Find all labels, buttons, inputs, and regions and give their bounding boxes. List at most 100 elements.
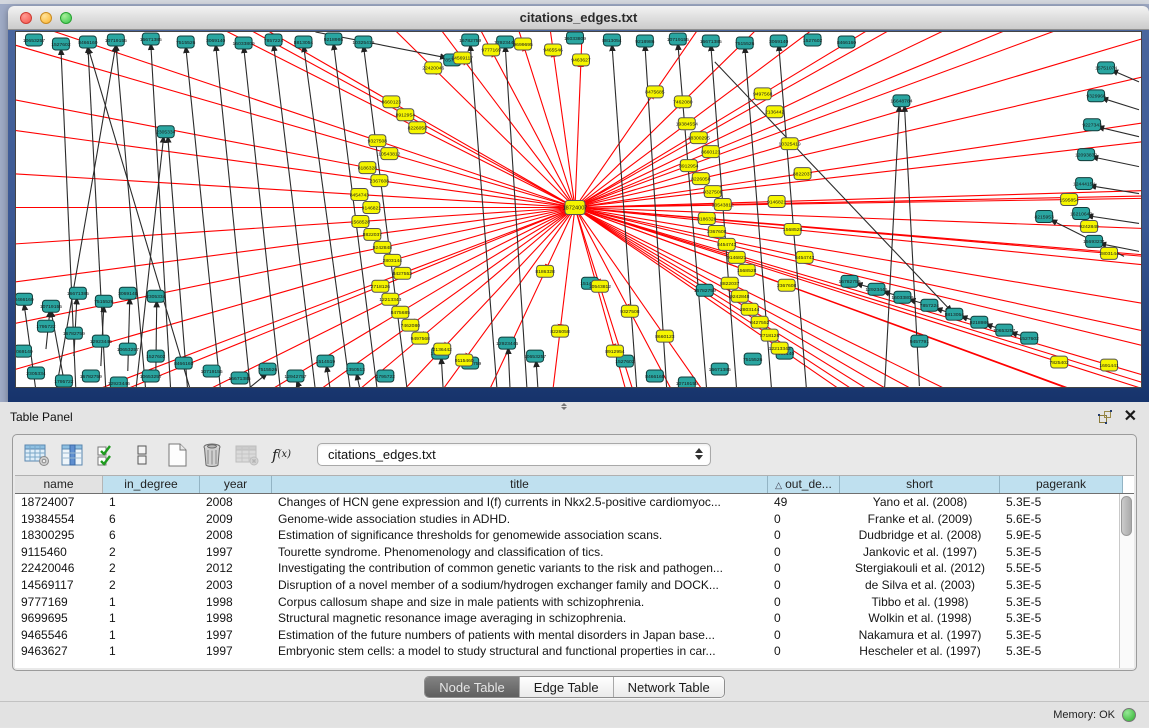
node-label: 1527602	[803, 38, 823, 44]
node-label: 9218986	[324, 37, 344, 43]
node-label: 7857224	[264, 38, 284, 44]
table-row[interactable]: 1830029562008Estimation of significance …	[15, 527, 1134, 544]
node-label: 3069140	[16, 349, 33, 355]
column-header-in_degree[interactable]: in_degree	[103, 476, 200, 493]
table-row[interactable]: 977716911998Corpus callosum shape and si…	[15, 594, 1134, 611]
table-row[interactable]: 1938455462009Genome-wide association stu…	[15, 511, 1134, 528]
node-label: 10719155	[105, 38, 127, 44]
table-cell: Yano et al. (2008)	[840, 494, 1000, 511]
table-cell: 14569117	[15, 577, 103, 594]
edge	[1101, 98, 1139, 110]
node-label: 3069140	[206, 38, 226, 44]
node-label: 8186328	[697, 216, 717, 222]
node-label: 2367608	[370, 178, 390, 184]
node-label: 2305334	[26, 371, 46, 377]
table-panel-header: Table Panel ✕	[0, 402, 1149, 432]
column-header-name[interactable]: name	[15, 476, 103, 493]
node-label: 18724007	[563, 205, 588, 211]
window-titlebar[interactable]: citations_edges.txt	[8, 6, 1149, 30]
selected-edge	[575, 208, 780, 349]
node-label: 9497568	[411, 336, 431, 342]
edge	[216, 44, 251, 387]
table-scrollbar-thumb[interactable]	[1121, 496, 1132, 536]
table-cell: Wolkin et al. (1998)	[840, 610, 1000, 627]
selected-edge	[372, 208, 575, 235]
table-options-icon[interactable]	[23, 441, 50, 468]
node-label: 2803144	[740, 307, 760, 313]
tab-edge-table[interactable]: Edge Table	[519, 677, 613, 697]
table-cell: 1	[103, 627, 200, 644]
create-column-icon[interactable]	[163, 441, 190, 468]
row-select-icon[interactable]	[93, 441, 120, 468]
table-row[interactable]: 911546021997Tourette syndrome. Phenomeno…	[15, 544, 1134, 561]
node-label: 8822037	[720, 281, 740, 287]
selected-edge	[16, 221, 360, 291]
column-header-short[interactable]: short	[840, 476, 1000, 493]
selected-edge	[417, 128, 575, 208]
table-row[interactable]: 1872400712008Changes of HCN gene express…	[15, 494, 1134, 511]
node-label: 9327508	[368, 138, 388, 144]
panel-splitter-handle[interactable]	[556, 402, 572, 411]
tab-network-table[interactable]: Network Table	[613, 677, 724, 697]
table-cell: 9699695	[15, 610, 103, 627]
node-label: 9777169	[481, 48, 501, 54]
edge	[884, 105, 899, 387]
node-label: 9146821	[362, 205, 382, 211]
node-label: 9242848	[730, 294, 750, 300]
node-label: 7857224	[920, 303, 940, 309]
float-panel-icon[interactable]	[1097, 409, 1113, 425]
delete-column-icon[interactable]	[198, 441, 225, 468]
tab-node-table[interactable]: Node Table	[425, 677, 519, 697]
selected-edge	[687, 32, 1141, 124]
column-header-year[interactable]: year	[200, 476, 272, 493]
close-window-button[interactable]	[20, 12, 32, 24]
function-builder-icon[interactable]: f(x)	[268, 441, 295, 468]
table-row[interactable]: 969969511998Structural magnetic resonanc…	[15, 610, 1134, 627]
table-cell: 9777169	[15, 594, 103, 611]
node-label: 9146821	[767, 199, 787, 205]
column-visibility-icon[interactable]	[58, 441, 85, 468]
column-header-title[interactable]: title	[272, 476, 768, 493]
node-label: 8660123	[655, 334, 675, 340]
table-row[interactable]: 946362711997Embryonic stem cells: a mode…	[15, 643, 1134, 660]
table-cell: 9115460	[15, 544, 103, 561]
zoom-window-button[interactable]	[60, 12, 72, 24]
memory-status-label: Memory: OK	[1053, 702, 1115, 728]
selected-edge	[575, 208, 1059, 363]
node-label: 8186328	[358, 165, 378, 171]
node-label: 16671385	[709, 367, 731, 373]
table-row[interactable]: 1456911722003Disruption of a novel membe…	[15, 577, 1134, 594]
column-header-pagerank[interactable]: pagerank	[1000, 476, 1123, 493]
table-cell: 2008	[200, 494, 272, 511]
table-row[interactable]: 946554611997Estimation of the future num…	[15, 627, 1134, 644]
node-label: 8427552	[750, 320, 770, 326]
table-cell: 0	[768, 610, 840, 627]
citation-network-graph[interactable]: 1065325715276028466160107191551667138575…	[16, 32, 1141, 387]
close-panel-icon[interactable]: ✕	[1124, 406, 1137, 426]
node-label: 2803144	[383, 258, 403, 264]
memory-status-icon[interactable]	[1122, 708, 1136, 722]
table-cell: Estimation of significance thresholds fo…	[272, 527, 768, 544]
table-cell: 5.3E-5	[1000, 610, 1123, 627]
node-label: 8813054	[294, 40, 314, 46]
node-label: 7515526	[258, 367, 278, 373]
cell-view-icon[interactable]	[128, 441, 155, 468]
node-label: 3069140	[769, 39, 789, 45]
node-label: 8454743	[717, 242, 737, 248]
table-row[interactable]: 2242004622012Investigating the contribut…	[15, 560, 1134, 577]
node-label: 8466160	[16, 297, 34, 303]
network-canvas[interactable]: 1065325715276028466160107191551667138575…	[15, 31, 1142, 388]
minimize-window-button[interactable]	[40, 12, 52, 24]
table-cell: 5.3E-5	[1000, 643, 1123, 660]
table-panel-title: Table Panel	[10, 402, 73, 432]
edge	[136, 136, 164, 387]
table-cell: 5.9E-5	[1000, 527, 1123, 544]
table-cell: Corpus callosum shape and size in male p…	[272, 594, 768, 611]
table-cell: Structural magnetic resonance image aver…	[272, 610, 768, 627]
node-label: 16033809	[891, 295, 913, 301]
node-label: 12923446	[90, 339, 112, 345]
table-scrollbar[interactable]	[1119, 494, 1134, 668]
column-header-out_de[interactable]: △out_de...	[768, 476, 840, 493]
selected-edge	[16, 130, 359, 195]
table-selector-dropdown[interactable]: citations_edges.txt	[317, 443, 711, 466]
